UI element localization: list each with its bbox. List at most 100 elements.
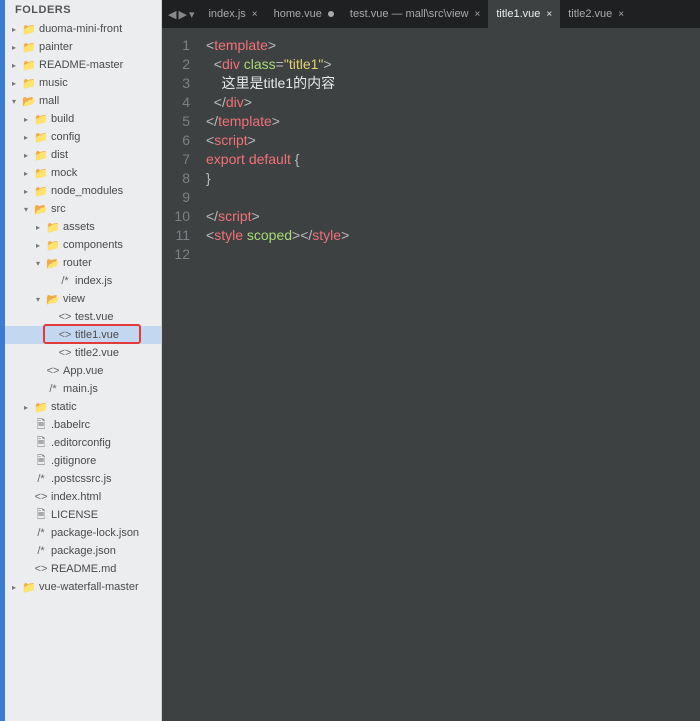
tree-item-main-js[interactable]: /*main.js — [5, 380, 161, 398]
expand-arrow-icon: ▸ — [21, 169, 31, 178]
tree-item-label: router — [63, 257, 157, 269]
tree-item-label: App.vue — [63, 365, 157, 377]
code-content[interactable]: <template> <div class="title1"> 这里是title… — [198, 28, 700, 721]
tree-item-label: mall — [39, 95, 157, 107]
folder-open-icon: 📂 — [34, 203, 48, 216]
expand-arrow-icon: ▾ — [33, 259, 43, 268]
tab-title1-vue[interactable]: title1.vue × — [488, 0, 560, 28]
tabs-container: index.js × home.vuetest.vue — mall\src\vie… — [200, 0, 700, 28]
tree-item-vue-waterfall-master[interactable]: ▸📁vue-waterfall-master — [5, 578, 161, 596]
tree-item-readme-master[interactable]: ▸📁README-master — [5, 56, 161, 74]
tree-item-duoma-mini-front[interactable]: ▸📁duoma-mini-front — [5, 20, 161, 38]
expand-arrow-icon: ▸ — [9, 79, 19, 88]
js-icon: /* — [58, 275, 72, 287]
code-line: <style scoped></style> — [206, 226, 700, 245]
tab-title2-vue[interactable]: title2.vue× — [560, 0, 632, 28]
code-line: </template> — [206, 112, 700, 131]
editor-area: ◀ ▶ ▾ index.js × home.vuetest.vue — mall\s… — [162, 0, 700, 721]
tree-item--babelrc[interactable]: 🗎.babelrc — [5, 416, 161, 434]
tree-item-app-vue[interactable]: <>App.vue — [5, 362, 161, 380]
tree-item-label: LICENSE — [51, 509, 157, 521]
expand-arrow-icon: ▸ — [21, 133, 31, 142]
tree-item-license[interactable]: 🗎LICENSE — [5, 506, 161, 524]
code-line: } — [206, 169, 700, 188]
tree-item-package-lock-json[interactable]: /*package-lock.json — [5, 524, 161, 542]
tab-menu-icon[interactable]: ▾ — [189, 8, 195, 21]
tree-item-src[interactable]: ▾📂src — [5, 200, 161, 218]
tree-item-build[interactable]: ▸📁build — [5, 110, 161, 128]
tab-label: title1.vue — [496, 8, 540, 20]
tree-item-label: dist — [51, 149, 157, 161]
tree-item--editorconfig[interactable]: 🗎.editorconfig — [5, 434, 161, 452]
tree-item-label: music — [39, 77, 157, 89]
expand-arrow-icon: ▸ — [33, 241, 43, 250]
tree-item-static[interactable]: ▸📁static — [5, 398, 161, 416]
close-icon[interactable]: × — [546, 9, 552, 20]
expand-arrow-icon: ▾ — [21, 205, 31, 214]
expand-arrow-icon: ▸ — [21, 151, 31, 160]
line-number: 7 — [162, 150, 190, 169]
tree-item-label: .babelrc — [51, 419, 157, 431]
expand-arrow-icon: ▸ — [33, 223, 43, 232]
tree-item-label: vue-waterfall-master — [39, 581, 157, 593]
vue-icon: <> — [58, 329, 72, 341]
close-icon[interactable]: × — [475, 9, 481, 20]
js-icon: /* — [46, 383, 60, 395]
tree-item-label: duoma-mini-front — [39, 23, 157, 35]
tree-item-readme-md[interactable]: <>README.md — [5, 560, 161, 578]
tree-item-test-vue[interactable]: <>test.vue — [5, 308, 161, 326]
folder-open-icon: 📂 — [46, 293, 60, 306]
vue-icon: <> — [46, 365, 60, 377]
tab-test-vue-mall-src-view[interactable]: test.vue — mall\src\view× — [342, 0, 488, 28]
folder-icon: 📁 — [22, 23, 36, 36]
tree-item-label: src — [51, 203, 157, 215]
tree-item-node-modules[interactable]: ▸📁node_modules — [5, 182, 161, 200]
tab-home-vue[interactable]: home.vue — [266, 0, 342, 28]
tree-item-config[interactable]: ▸📁config — [5, 128, 161, 146]
tree-item-package-json[interactable]: /*package.json — [5, 542, 161, 560]
tree-item-label: README.md — [51, 563, 157, 575]
tab-index-js[interactable]: index.js × — [200, 0, 265, 28]
folder-icon: 📁 — [22, 77, 36, 90]
dirty-dot-icon — [328, 11, 334, 17]
tree-item-mall[interactable]: ▾📂mall — [5, 92, 161, 110]
vue-icon: <> — [34, 563, 48, 575]
tree-item-label: .editorconfig — [51, 437, 157, 449]
expand-arrow-icon: ▸ — [21, 403, 31, 412]
close-icon[interactable]: × — [252, 9, 258, 20]
tree-item-mock[interactable]: ▸📁mock — [5, 164, 161, 182]
tab-label: index.js — [208, 8, 245, 20]
tree-item-music[interactable]: ▸📁music — [5, 74, 161, 92]
folder-icon: 📁 — [34, 167, 48, 180]
tree-item-assets[interactable]: ▸📁assets — [5, 218, 161, 236]
code-line — [206, 188, 700, 207]
tree-item-dist[interactable]: ▸📁dist — [5, 146, 161, 164]
line-number: 3 — [162, 74, 190, 93]
code-line: </script> — [206, 207, 700, 226]
tree-item-label: build — [51, 113, 157, 125]
folder-icon: 📁 — [34, 185, 48, 198]
tab-back-icon[interactable]: ◀ — [168, 8, 176, 21]
tree-item-index-html[interactable]: <>index.html — [5, 488, 161, 506]
expand-arrow-icon: ▸ — [9, 583, 19, 592]
file-icon: 🗎 — [34, 434, 48, 453]
line-number: 10 — [162, 207, 190, 226]
tree-item-label: painter — [39, 41, 157, 53]
tree-item-view[interactable]: ▾📂view — [5, 290, 161, 308]
folder-icon: 📁 — [34, 131, 48, 144]
tree-item-title2-vue[interactable]: <>title2.vue — [5, 344, 161, 362]
tree-item--gitignore[interactable]: 🗎.gitignore — [5, 452, 161, 470]
tab-fwd-icon[interactable]: ▶ — [178, 8, 186, 21]
tree-item-index-js[interactable]: /*index.js — [5, 272, 161, 290]
line-number: 12 — [162, 245, 190, 264]
tree-item-painter[interactable]: ▸📁painter — [5, 38, 161, 56]
tree-item-router[interactable]: ▾📂router — [5, 254, 161, 272]
tree-item--postcssrc-js[interactable]: /*.postcssrc.js — [5, 470, 161, 488]
vue-icon: <> — [58, 347, 72, 359]
tree-item-components[interactable]: ▸📁components — [5, 236, 161, 254]
close-icon[interactable]: × — [618, 9, 624, 20]
tree-item-title1-vue[interactable]: <>title1.vue — [5, 326, 161, 344]
code-line: export default { — [206, 150, 700, 169]
line-gutter: 123456789101112 — [162, 28, 198, 721]
tree-item-label: config — [51, 131, 157, 143]
